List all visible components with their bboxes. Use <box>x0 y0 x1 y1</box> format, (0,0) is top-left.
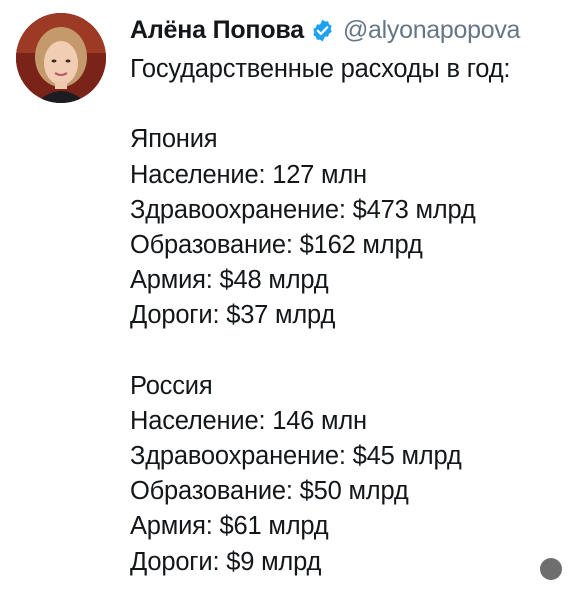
stat-line: Дороги: $9 млрд <box>130 547 322 576</box>
section-russia: Россия Население: 146 млн Здравоохранени… <box>130 369 510 580</box>
stat-line: Армия: $61 млрд <box>130 512 329 541</box>
stat-line: Здравоохранение: $45 млрд <box>130 442 462 471</box>
country-heading: Япония <box>130 125 218 154</box>
stat-line: Население: 146 млн <box>130 406 367 435</box>
avatar[interactable] <box>16 13 106 103</box>
tweet-intro: Государственные расходы в год: <box>130 55 511 83</box>
stat-line: Образование: $162 млрд <box>130 230 423 259</box>
tweet-header: Алёна Попова @alyonapopova <box>130 12 520 48</box>
section-japan: Япония Население: 127 млн Здравоохранени… <box>130 122 510 333</box>
tweet: Алёна Попова @alyonapopova Государственн… <box>0 0 583 597</box>
stat-line: Образование: $50 млрд <box>130 477 409 506</box>
stat-line: Здравоохранение: $473 млрд <box>130 195 476 224</box>
stat-line: Дороги: $37 млрд <box>130 301 336 330</box>
verified-badge-icon <box>310 18 335 43</box>
tweet-text: Государственные расходы в год: Япония На… <box>130 52 510 580</box>
stat-line: Армия: $48 млрд <box>130 266 329 295</box>
author-handle[interactable]: @alyonapopova <box>343 16 520 45</box>
author-name[interactable]: Алёна Попова <box>130 16 304 45</box>
corner-dot-icon <box>540 558 562 580</box>
country-heading: Россия <box>130 371 213 400</box>
stat-line: Население: 127 млн <box>130 160 367 189</box>
avatar-photo-icon <box>16 13 106 103</box>
